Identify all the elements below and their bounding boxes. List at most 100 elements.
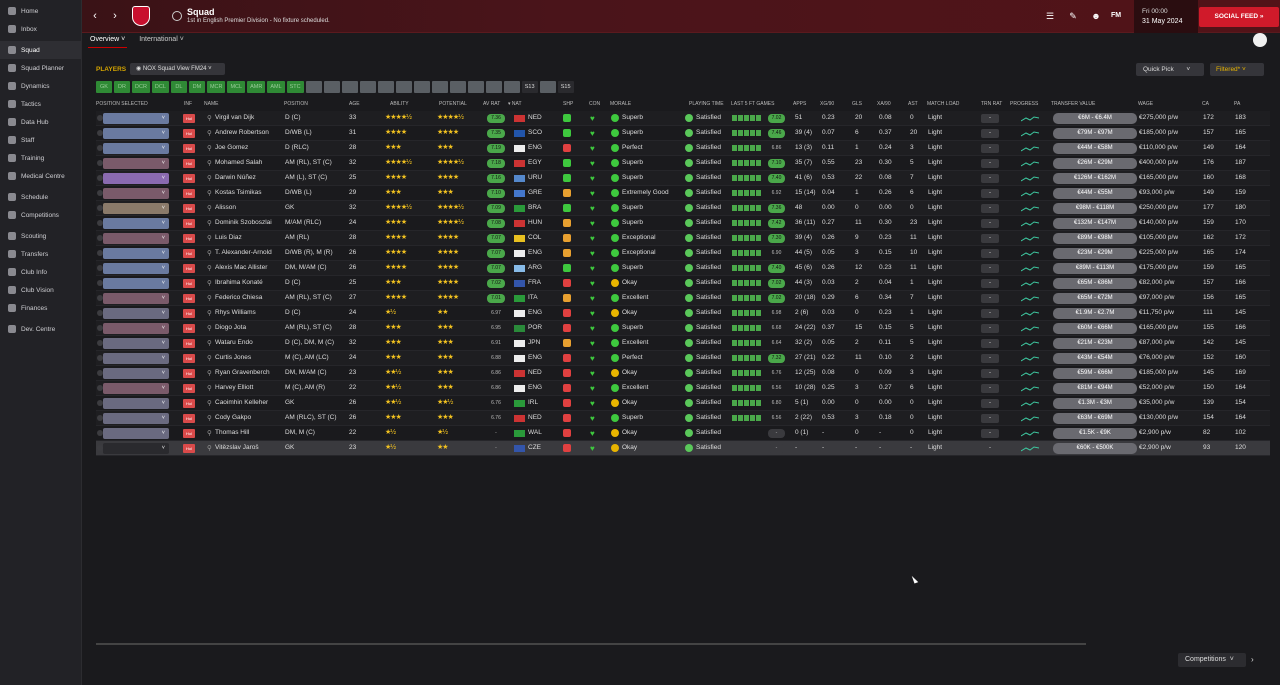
sidebar-item-squad[interactable]: Squad bbox=[0, 41, 81, 59]
player-name[interactable]: Cody Gakpo bbox=[215, 414, 251, 421]
position-selected-dropdown[interactable]: ˅ bbox=[103, 203, 169, 214]
table-row[interactable]: ˅ Hol ⚲ Virgil van Dijk D (C) 33 ★★★★½ ★★★★½ 7.3… bbox=[96, 111, 1270, 126]
column-header-pa[interactable]: PA bbox=[1234, 101, 1240, 107]
position-selected-dropdown[interactable]: ˅ bbox=[103, 143, 169, 154]
column-header-ast[interactable]: AST bbox=[908, 101, 918, 107]
sidebar-item-schedule[interactable]: Schedule bbox=[0, 188, 81, 206]
position-selected-dropdown[interactable]: ˅ bbox=[103, 338, 169, 349]
column-header-transfer-value[interactable]: TRANSFER VALUE bbox=[1051, 101, 1095, 107]
filter-chip[interactable] bbox=[377, 81, 394, 93]
tab-international[interactable]: International ˅ bbox=[137, 34, 186, 48]
player-name[interactable]: Curtis Jones bbox=[215, 354, 251, 361]
column-header-playing-time[interactable]: PLAYING TIME bbox=[689, 101, 724, 107]
column-header-morale[interactable]: MORALE bbox=[610, 101, 631, 107]
filter-chip[interactable] bbox=[503, 81, 520, 93]
player-name[interactable]: Luis Diaz bbox=[215, 234, 242, 241]
sidebar-item-squad-planner[interactable]: Squad Planner bbox=[0, 59, 81, 77]
sidebar-item-dynamics[interactable]: Dynamics bbox=[0, 77, 81, 95]
quick-pick-button[interactable]: Quick Pick ˅ bbox=[1136, 63, 1204, 76]
fm-logo[interactable]: FM bbox=[1110, 10, 1122, 22]
player-name[interactable]: Vitězslav Jaroš bbox=[215, 444, 259, 451]
search-icon[interactable] bbox=[172, 11, 182, 21]
player-name[interactable]: Ibrahima Konaté bbox=[215, 279, 263, 286]
table-row[interactable]: ˅ Hol ⚲ Ibrahima Konaté D (C) 25 ★★★ ★★★★ 7.02 FR… bbox=[96, 276, 1270, 291]
player-name[interactable]: Wataru Endo bbox=[215, 339, 253, 346]
position-selected-dropdown[interactable]: ˅ bbox=[103, 263, 169, 274]
tab-overview[interactable]: Overview ˅ bbox=[88, 34, 128, 48]
sidebar-item-scouting[interactable]: Scouting bbox=[0, 227, 81, 245]
column-header-xg90[interactable]: XG/90 bbox=[820, 101, 834, 107]
player-name[interactable]: Rhys Williams bbox=[215, 309, 256, 316]
table-row[interactable]: ˅ Hol ⚲ Andrew Robertson D/WB (L) 31 ★★★★ ★★★★ 7… bbox=[96, 126, 1270, 141]
sidebar-item-home[interactable]: Home bbox=[0, 2, 81, 20]
sidebar-item-club-info[interactable]: Club Info bbox=[0, 263, 81, 281]
filter-chip[interactable] bbox=[305, 81, 322, 93]
filter-chip[interactable]: AML bbox=[267, 81, 285, 93]
filter-chip[interactable]: STC bbox=[286, 81, 304, 93]
column-header-age[interactable]: AGE bbox=[349, 101, 360, 107]
table-row[interactable]: ˅ Hol ⚲ Cody Gakpo AM (RLC), ST (C) 26 ★★★ ★★★ 6… bbox=[96, 411, 1270, 426]
column-header-shp[interactable]: SHP bbox=[563, 101, 573, 107]
column-header-trn-rat[interactable]: TRN RAT bbox=[981, 101, 1002, 107]
table-row[interactable]: ˅ Hol ⚲ Dominik Szoboszlai M/AM (RLC) 24 ★★★★ ★… bbox=[96, 216, 1270, 231]
column-header-position-selected[interactable]: POSITION SELECTED bbox=[96, 101, 148, 107]
position-selected-dropdown[interactable]: ˅ bbox=[103, 173, 169, 184]
player-name[interactable]: T. Alexander-Arnold bbox=[215, 249, 272, 256]
filter-chip[interactable]: DL bbox=[170, 81, 187, 93]
filter-chip[interactable] bbox=[485, 81, 502, 93]
position-selected-dropdown[interactable]: ˅ bbox=[103, 233, 169, 244]
menu-icon[interactable]: ☰ bbox=[1044, 10, 1056, 22]
view-select[interactable]: ◉ NOX Squad View FM24 ˅ bbox=[130, 63, 225, 75]
filter-button[interactable]: Filtered* ˅ bbox=[1210, 63, 1264, 76]
player-name[interactable]: Caoimhin Kelleher bbox=[215, 399, 268, 406]
competitions-dropdown[interactable]: Competitions ˅ bbox=[1178, 653, 1246, 667]
forward-arrow-icon[interactable]: › bbox=[108, 9, 122, 23]
table-row[interactable]: ˅ Hol ⚲ Diogo Jota AM (RL), ST (C) 28 ★★★ ★★★ 6.… bbox=[96, 321, 1270, 336]
table-row[interactable]: ˅ Hol ⚲ Joe Gomez D (RLC) 28 ★★★ ★★★ 7.19 ENG ♥ Per… bbox=[96, 141, 1270, 156]
column-header-con[interactable]: CON bbox=[589, 101, 600, 107]
sidebar-item-tactics[interactable]: Tactics bbox=[0, 95, 81, 113]
filter-chip[interactable] bbox=[395, 81, 412, 93]
position-selected-dropdown[interactable]: ˅ bbox=[103, 128, 169, 139]
player-name[interactable]: Joe Gomez bbox=[215, 144, 248, 151]
table-row[interactable]: ˅ Hol ⚲ Ryan Gravenberch DM, M/AM (C) 23 ★★½ ★★… bbox=[96, 366, 1270, 381]
sidebar-item-staff[interactable]: Staff bbox=[0, 131, 81, 149]
table-row[interactable]: ˅ Hol ⚲ Thomas Hill DM, M (C) 22 ★½ ★½ - WAL ♥ Okay… bbox=[96, 426, 1270, 441]
sidebar-item-dev-centre[interactable]: Dev. Centre bbox=[0, 320, 81, 338]
player-name[interactable]: Alexis Mac Allister bbox=[215, 264, 267, 271]
position-selected-dropdown[interactable]: ˅ bbox=[103, 308, 169, 319]
sidebar-item-competitions[interactable]: Competitions bbox=[0, 206, 81, 224]
filter-chip[interactable]: DCR bbox=[132, 81, 150, 93]
date-display[interactable]: Fri 00:00 31 May 2024 bbox=[1134, 0, 1198, 33]
table-row[interactable]: ˅ Hol ⚲ Alexis Mac Allister DM, M/AM (C) 26 ★★… bbox=[96, 261, 1270, 276]
club-crest[interactable] bbox=[132, 6, 150, 26]
table-row[interactable]: ˅ Hol ⚲ Alisson GK 32 ★★★★½ ★★★★½ 7.09 BRA ♥ Superb… bbox=[96, 201, 1270, 216]
player-name[interactable]: Alisson bbox=[215, 204, 236, 211]
filter-chip[interactable] bbox=[449, 81, 466, 93]
avatar[interactable] bbox=[1253, 33, 1267, 47]
sidebar-item-inbox[interactable]: Inbox bbox=[0, 20, 81, 38]
table-row[interactable]: ˅ Hol ⚲ Kostas Tsimikas D/WB (L) 29 ★★★ ★★★ 7.10… bbox=[96, 186, 1270, 201]
filter-chip[interactable]: AMR bbox=[247, 81, 266, 93]
column-header-nat[interactable]: ▾ NAT bbox=[508, 101, 522, 107]
filter-chip[interactable] bbox=[539, 81, 556, 93]
column-header-potential[interactable]: POTENTIAL bbox=[439, 101, 467, 107]
column-header-ca[interactable]: CA bbox=[1202, 101, 1209, 107]
player-name[interactable]: Mohamed Salah bbox=[215, 159, 262, 166]
pen-icon[interactable]: ✎ bbox=[1067, 10, 1079, 22]
sidebar-item-data-hub[interactable]: Data Hub bbox=[0, 113, 81, 131]
player-name[interactable]: Thomas Hill bbox=[215, 429, 249, 436]
table-row[interactable]: ˅ Hol ⚲ Rhys Williams D (C) 24 ★½ ★★ 6.97 ENG ♥ Oka… bbox=[96, 306, 1270, 321]
player-name[interactable]: Darwin Núñez bbox=[215, 174, 256, 181]
column-header-xa90[interactable]: XA/90 bbox=[877, 101, 891, 107]
column-header-match-load[interactable]: MATCH LOAD bbox=[927, 101, 959, 107]
column-header-apps[interactable]: APPS bbox=[793, 101, 806, 107]
social-feed-button[interactable]: SOCIAL FEED » bbox=[1199, 7, 1279, 27]
sidebar-item-finances[interactable]: Finances bbox=[0, 299, 81, 317]
filter-chip[interactable] bbox=[341, 81, 358, 93]
filter-chip[interactable]: GK bbox=[96, 81, 112, 93]
player-name[interactable]: Dominik Szoboszlai bbox=[215, 219, 272, 226]
position-selected-dropdown[interactable]: ˅ bbox=[103, 218, 169, 229]
filter-chip[interactable] bbox=[359, 81, 376, 93]
table-row[interactable]: ˅ Hol ⚲ Mohamed Salah AM (RL), ST (C) 32 ★★★★½… bbox=[96, 156, 1270, 171]
